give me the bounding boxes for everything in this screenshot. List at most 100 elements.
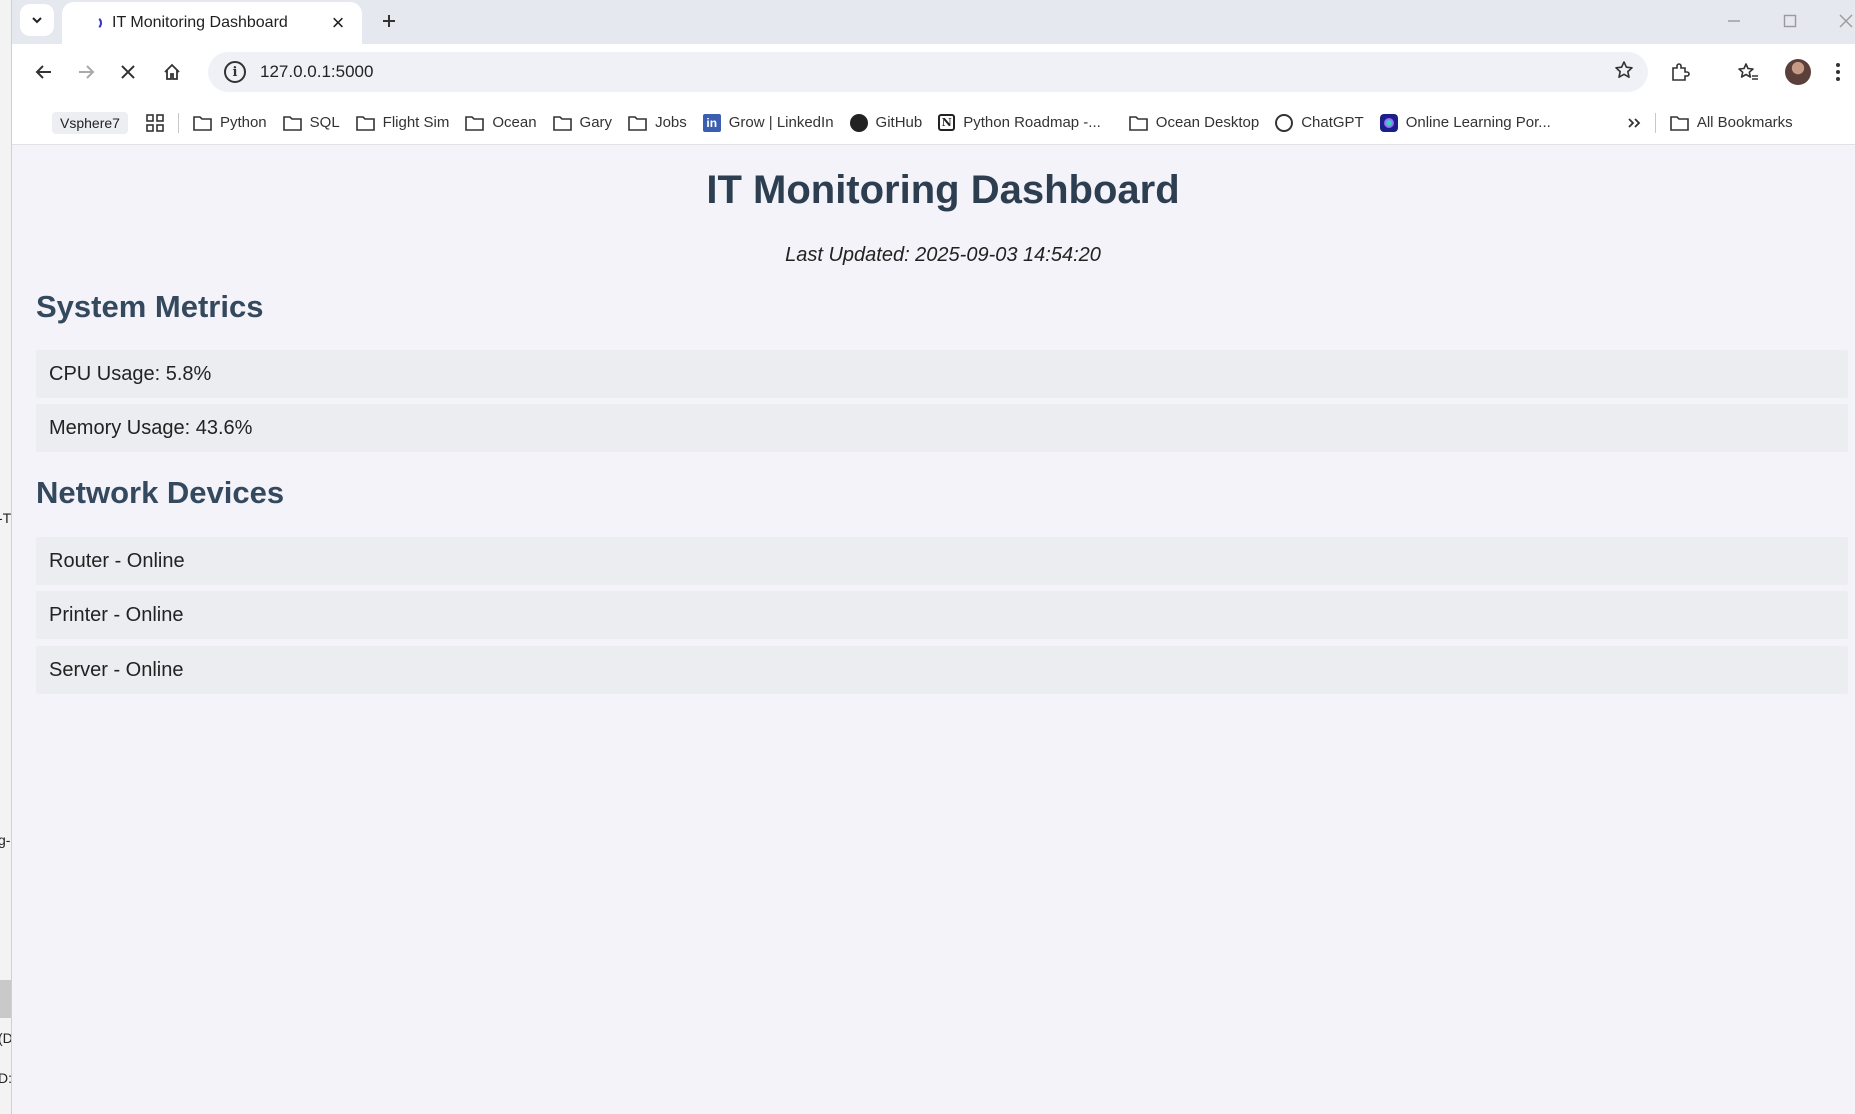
bookmark-sql[interactable]: SQL bbox=[275, 108, 348, 138]
device-router: Router - Online bbox=[36, 537, 1848, 585]
bookmark-flight-sim[interactable]: Flight Sim bbox=[348, 108, 458, 138]
linkedin-icon: in bbox=[702, 113, 721, 132]
bookmark-chatgpt[interactable]: ChatGPT bbox=[1267, 108, 1372, 138]
forward-arrow-icon bbox=[79, 65, 95, 79]
apps-grid-icon bbox=[146, 113, 164, 132]
bookmarks-bar: Vsphere7 Python SQL Flight Sim Ocean Gar… bbox=[12, 101, 1855, 145]
bookmarks-divider bbox=[177, 112, 179, 133]
tab-search-button[interactable] bbox=[20, 4, 54, 36]
background-block bbox=[0, 980, 11, 1018]
tab-strip: IT Monitoring Dashboard × bbox=[12, 0, 1855, 44]
bookmark-label: SQL bbox=[309, 114, 340, 131]
background-text: g- bbox=[0, 832, 11, 848]
chevron-down-icon bbox=[32, 17, 42, 24]
site-info-icon[interactable]: i bbox=[224, 61, 246, 83]
background-window: -T g- (D D: bbox=[0, 0, 12, 1114]
notion-icon: N bbox=[938, 114, 956, 131]
bookmark-label: Ocean bbox=[492, 114, 537, 131]
double-chevron-right-icon bbox=[1628, 117, 1641, 128]
metric-cpu-usage: CPU Usage: 5.8% bbox=[36, 350, 1848, 398]
device-server: Server - Online bbox=[36, 646, 1848, 694]
folder-icon bbox=[1670, 115, 1689, 131]
background-text: D: bbox=[0, 1070, 12, 1086]
bookmark-vsphere7[interactable]: Vsphere7 bbox=[52, 111, 128, 134]
browser-menu-button[interactable] bbox=[1820, 54, 1855, 90]
background-text: (D bbox=[0, 1030, 12, 1046]
bookmark-online-learning[interactable]: Online Learning Por... bbox=[1372, 108, 1559, 138]
folder-icon bbox=[282, 115, 302, 131]
bookmarks-menu-button[interactable] bbox=[1730, 54, 1766, 90]
close-window-button[interactable] bbox=[1826, 6, 1855, 36]
tab-title: IT Monitoring Dashboard bbox=[112, 14, 288, 31]
browser-window: IT Monitoring Dashboard × i 127.0.0.1:50… bbox=[12, 0, 1855, 1114]
browser-toolbar: i 127.0.0.1:5000 bbox=[12, 44, 1855, 101]
bookmark-jobs[interactable]: Jobs bbox=[620, 108, 695, 138]
last-updated: Last Updated: 2025-09-03 14:54:20 bbox=[785, 244, 1101, 266]
more-vertical-icon bbox=[1836, 63, 1840, 81]
close-icon[interactable]: × bbox=[326, 10, 350, 35]
bookmark-gary[interactable]: Gary bbox=[545, 108, 621, 138]
bookmark-label: Gary bbox=[579, 114, 613, 131]
profile-button[interactable] bbox=[1780, 54, 1816, 90]
bookmark-ocean[interactable]: Ocean bbox=[457, 108, 544, 138]
close-icon bbox=[1839, 14, 1853, 28]
learning-portal-icon bbox=[1379, 113, 1398, 132]
puzzle-icon bbox=[1672, 63, 1690, 81]
bookmark-ocean-desktop[interactable]: Ocean Desktop bbox=[1121, 108, 1267, 138]
bookmark-python-roadmap[interactable]: N Python Roadmap -... bbox=[930, 108, 1109, 138]
minimize-button[interactable] bbox=[1714, 6, 1754, 36]
home-icon bbox=[164, 63, 180, 80]
bookmark-label: Ocean Desktop bbox=[1155, 114, 1260, 131]
loading-spinner-icon bbox=[88, 16, 102, 30]
bookmark-label: Python bbox=[219, 114, 267, 131]
plus-icon bbox=[383, 15, 395, 27]
home-button[interactable] bbox=[154, 54, 190, 90]
bookmark-github[interactable]: GitHub bbox=[842, 108, 931, 138]
close-icon bbox=[121, 65, 135, 79]
metric-memory-usage: Memory Usage: 43.6% bbox=[36, 404, 1848, 452]
back-arrow-icon bbox=[35, 65, 51, 79]
bookmark-label: Python Roadmap -... bbox=[963, 114, 1101, 131]
chatgpt-icon bbox=[1275, 113, 1294, 132]
folder-icon bbox=[628, 115, 647, 131]
bookmark-label: Grow | LinkedIn bbox=[728, 114, 834, 131]
bookmark-label: Online Learning Por... bbox=[1405, 114, 1551, 131]
address-url[interactable]: 127.0.0.1:5000 bbox=[260, 62, 1614, 82]
bookmarks-overflow-button[interactable] bbox=[1619, 108, 1649, 138]
bookmark-label: Jobs bbox=[655, 114, 687, 131]
extensions-button[interactable] bbox=[1662, 54, 1698, 90]
folder-icon bbox=[1128, 115, 1148, 131]
bookmark-label: GitHub bbox=[875, 114, 923, 131]
github-icon bbox=[849, 113, 868, 132]
minimize-icon bbox=[1728, 20, 1740, 22]
forward-button[interactable] bbox=[68, 54, 104, 90]
all-bookmarks-button[interactable]: All Bookmarks bbox=[1662, 108, 1801, 138]
folder-icon bbox=[355, 115, 375, 131]
page-content: IT Monitoring Dashboard Last Updated: 20… bbox=[12, 146, 1855, 1114]
maximize-button[interactable] bbox=[1770, 6, 1810, 36]
apps-button[interactable] bbox=[138, 108, 172, 138]
bookmark-label: Flight Sim bbox=[382, 114, 450, 131]
stop-loading-button[interactable] bbox=[110, 54, 146, 90]
bookmark-python[interactable]: Python bbox=[185, 108, 275, 138]
network-devices-heading: Network Devices bbox=[36, 475, 285, 510]
folder-icon bbox=[465, 115, 485, 131]
bookmark-star-icon[interactable] bbox=[1614, 60, 1634, 85]
star-list-icon bbox=[1738, 63, 1758, 80]
bookmark-label: All Bookmarks bbox=[1696, 114, 1793, 131]
page-title: IT Monitoring Dashboard bbox=[706, 168, 1180, 212]
folder-icon bbox=[552, 115, 572, 131]
maximize-icon bbox=[1783, 14, 1797, 28]
device-printer: Printer - Online bbox=[36, 591, 1848, 639]
background-text: -T bbox=[0, 510, 12, 526]
bookmark-label: ChatGPT bbox=[1301, 114, 1364, 131]
new-tab-button[interactable] bbox=[374, 6, 404, 36]
bookmarks-divider bbox=[1654, 112, 1656, 133]
tab-active[interactable]: IT Monitoring Dashboard × bbox=[62, 2, 362, 44]
system-metrics-heading: System Metrics bbox=[36, 289, 264, 324]
address-bar[interactable]: i 127.0.0.1:5000 bbox=[208, 52, 1648, 92]
bookmark-linkedin[interactable]: in Grow | LinkedIn bbox=[695, 108, 842, 138]
avatar bbox=[1785, 59, 1811, 85]
back-button[interactable] bbox=[26, 54, 62, 90]
folder-icon bbox=[193, 115, 212, 131]
